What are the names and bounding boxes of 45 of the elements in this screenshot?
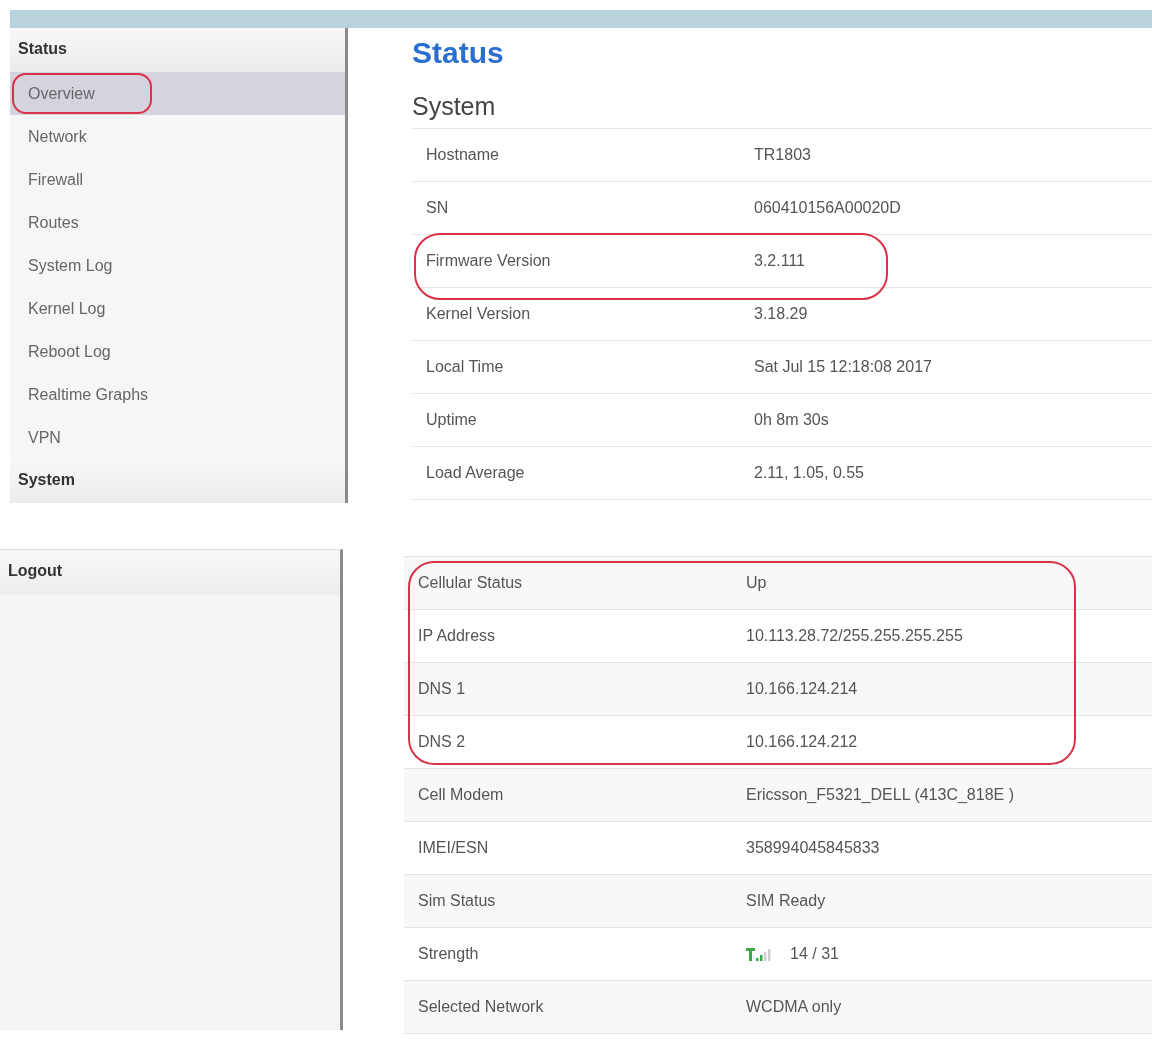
row-label: Selected Network (417, 998, 545, 1016)
row-label: Sim Status (417, 892, 497, 910)
menu-item[interactable]: System Log (10, 244, 345, 287)
row-label: Cell Modem (417, 786, 505, 804)
row-value: TR1803 (754, 146, 811, 164)
row-value: SIM Ready (746, 892, 826, 910)
row-value: 3.2.111 (754, 252, 805, 270)
row-label: DNS 1 (417, 680, 467, 698)
row-value: 14 / 31 (790, 945, 839, 963)
row-value: 060410156A00020D (754, 199, 901, 217)
menu-item[interactable]: Network (10, 115, 345, 158)
section-title: System (412, 91, 497, 122)
row-value: 0h 8m 30s (754, 411, 829, 429)
row-value: 10.113.28.72/255.255.255.255 (746, 627, 963, 645)
row-label: Local Time (425, 358, 505, 376)
menu-item[interactable]: Realtime Graphs (10, 373, 345, 416)
row-label: SN (425, 199, 450, 217)
row-label: Hostname (425, 146, 500, 164)
menu-item[interactable]: Kernel Log (10, 287, 345, 330)
row-label: IMEI/ESN (417, 839, 490, 857)
row-value: WCDMA only (746, 998, 842, 1016)
menu-item[interactable]: Firewall (10, 158, 345, 201)
row-label: Firmware Version (425, 252, 552, 270)
row-value: 10.166.124.214 (746, 680, 858, 698)
page-title: Status (412, 35, 505, 71)
row-label: Strength (417, 945, 480, 963)
row-value: Up (746, 574, 767, 592)
row-value: 358994045845833 (746, 839, 880, 857)
menu-item[interactable]: Reboot Log (10, 330, 345, 373)
menu-item[interactable]: Routes (10, 201, 345, 244)
menu-item[interactable]: VPN (10, 416, 345, 459)
row-label: Uptime (425, 411, 478, 429)
row-label: Cellular Status (417, 574, 524, 592)
row-label: Load Average (425, 464, 526, 482)
row-value: 2.11, 1.05, 0.55 (754, 464, 864, 482)
menu-item[interactable]: Overview (10, 72, 345, 115)
row-value: Sat Jul 15 12:18:08 2017 (754, 358, 932, 376)
logout-link[interactable]: Logout (0, 550, 340, 594)
row-label: DNS 2 (417, 733, 467, 751)
row-label: Kernel Version (425, 305, 532, 323)
row-value: 3.18.29 (754, 305, 808, 323)
row-value: Ericsson_F5321_DELL (413C_818E ) (746, 786, 1014, 804)
row-label: IP Address (417, 627, 497, 645)
row-value: 10.166.124.212 (746, 733, 858, 751)
signal-icon (746, 946, 772, 962)
